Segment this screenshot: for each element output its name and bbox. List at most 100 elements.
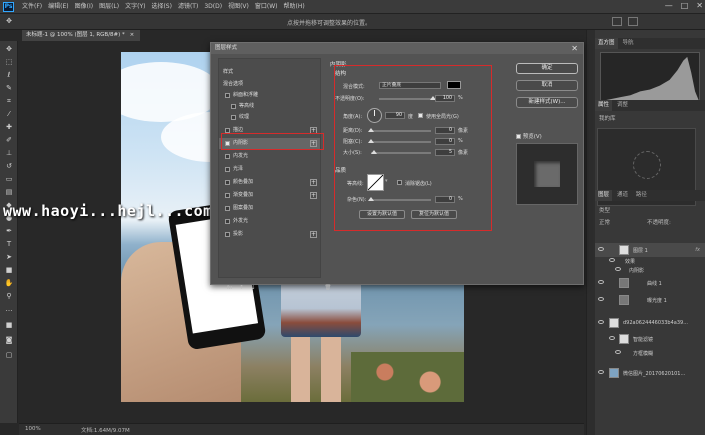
- menu-select[interactable]: 选择(S): [151, 2, 172, 12]
- menu-layer[interactable]: 图层(L): [99, 2, 119, 12]
- eye-icon[interactable]: [615, 267, 621, 271]
- tab-properties[interactable]: 属性: [595, 100, 613, 111]
- style-pattern-overlay[interactable]: 图案叠加: [219, 203, 320, 214]
- dialog-title[interactable]: 图层样式: [211, 43, 583, 54]
- eye-icon[interactable]: [598, 370, 604, 374]
- menu-image[interactable]: 图像(I): [75, 2, 93, 12]
- zoom-icon[interactable]: ⚲: [4, 292, 14, 300]
- style-gradient-overlay[interactable]: 渐变叠加 +: [219, 190, 320, 201]
- tab-channels[interactable]: 通道: [614, 192, 631, 198]
- add-icon[interactable]: +: [310, 231, 317, 238]
- more-tools-icon[interactable]: …: [4, 305, 14, 313]
- zoom-level[interactable]: 100%: [25, 426, 41, 432]
- fx-icon[interactable]: fx: [227, 285, 232, 291]
- ok-button[interactable]: 确定: [516, 63, 578, 74]
- type-icon[interactable]: T: [4, 240, 14, 248]
- cancel-button[interactable]: 取消: [516, 80, 578, 91]
- move-up-icon[interactable]: ↑: [239, 285, 244, 291]
- workspace-icon[interactable]: [628, 17, 638, 26]
- add-icon[interactable]: +: [310, 179, 317, 186]
- new-style-button[interactable]: 新建样式(W)...: [516, 97, 578, 108]
- crop-icon[interactable]: ⌗: [4, 97, 14, 105]
- gradient-icon[interactable]: ▤: [4, 188, 14, 196]
- style-satin[interactable]: 光泽: [219, 164, 320, 175]
- maximize-button[interactable]: □: [681, 1, 689, 10]
- move-down-icon[interactable]: ↓: [251, 285, 256, 291]
- layer-row-smart-object[interactable]: d92a0624446033b4a39...: [595, 316, 705, 330]
- foreground-color-icon[interactable]: ■: [4, 321, 14, 329]
- pen-icon[interactable]: ✒: [4, 227, 14, 235]
- tab-adjustments[interactable]: 调整: [614, 102, 631, 108]
- style-drop-shadow[interactable]: 投影 +: [219, 229, 320, 240]
- move-tool-icon[interactable]: ✥: [4, 17, 14, 25]
- eye-icon[interactable]: [598, 320, 604, 324]
- contour-checkbox[interactable]: [231, 104, 236, 109]
- eye-icon[interactable]: [598, 247, 604, 251]
- path-select-icon[interactable]: ➤: [4, 253, 14, 261]
- layer-inner-shadow-row[interactable]: 内阴影: [595, 263, 705, 277]
- styles-header[interactable]: 样式: [219, 67, 320, 78]
- gradient-overlay-checkbox[interactable]: [225, 193, 230, 198]
- layer-row-curves[interactable]: 曲线 1: [595, 276, 705, 290]
- bevel-checkbox[interactable]: [225, 93, 230, 98]
- tab-histogram[interactable]: 直方图: [595, 38, 618, 49]
- brush-icon[interactable]: ✐: [4, 136, 14, 144]
- blending-options[interactable]: 混合选项: [219, 79, 320, 90]
- fx-icon[interactable]: fx: [695, 247, 700, 253]
- eye-icon[interactable]: [615, 350, 621, 354]
- style-texture[interactable]: 纹理: [219, 112, 320, 123]
- layer-filter[interactable]: 类型: [599, 206, 610, 214]
- eye-icon[interactable]: [609, 336, 615, 340]
- document-tab[interactable]: 未标题-1 @ 100% (图层 1, RGB/8#) * ×: [22, 30, 140, 41]
- style-inner-glow[interactable]: 内发光: [219, 151, 320, 162]
- eye-icon[interactable]: [598, 297, 604, 301]
- tab-navigator[interactable]: 导航: [619, 40, 636, 46]
- preview-checkbox[interactable]: [516, 134, 521, 139]
- quick-mask-icon[interactable]: ◙: [4, 336, 14, 344]
- menu-filter[interactable]: 滤镜(T): [178, 2, 198, 12]
- marquee-icon[interactable]: ⬚: [4, 58, 14, 66]
- texture-checkbox[interactable]: [231, 115, 236, 120]
- eye-icon[interactable]: [598, 280, 604, 284]
- menu-edit[interactable]: 编辑(E): [48, 2, 68, 12]
- quick-select-icon[interactable]: ✎: [4, 84, 14, 92]
- close-icon[interactable]: ✕: [571, 43, 578, 54]
- layer-row-wechat-image[interactable]: 微信图片_20170620101...: [595, 366, 705, 380]
- menu-window[interactable]: 窗口(W): [255, 2, 278, 12]
- tab-paths[interactable]: 路径: [633, 192, 650, 198]
- style-outer-glow[interactable]: 外发光: [219, 216, 320, 227]
- color-overlay-checkbox[interactable]: [225, 180, 230, 185]
- layer-row-exposure[interactable]: 曝光度 1: [595, 293, 705, 307]
- search-icon[interactable]: [612, 17, 622, 26]
- menu-view[interactable]: 视图(V): [228, 2, 249, 12]
- library-label[interactable]: 我的库: [599, 114, 616, 122]
- menu-help[interactable]: 帮助(H): [284, 2, 305, 12]
- satin-checkbox[interactable]: [225, 167, 230, 172]
- tab-close-icon[interactable]: ×: [130, 32, 135, 38]
- trash-icon[interactable]: 🗑: [324, 285, 331, 291]
- menu-file[interactable]: 文件(F): [22, 2, 42, 12]
- preview-toggle[interactable]: 预览(V): [516, 132, 542, 140]
- layer-blend-mode[interactable]: 正常: [599, 218, 610, 226]
- menu-3d[interactable]: 3D(D): [204, 2, 222, 12]
- eye-icon[interactable]: [609, 258, 615, 262]
- add-icon[interactable]: +: [310, 192, 317, 199]
- layer-row-box-blur[interactable]: 方框模糊: [595, 346, 705, 360]
- pattern-overlay-checkbox[interactable]: [225, 206, 230, 211]
- style-bevel-emboss[interactable]: 斜面和浮雕: [219, 90, 320, 101]
- close-window-button[interactable]: ✕: [696, 1, 703, 10]
- screen-mode-icon[interactable]: ▢: [4, 351, 14, 359]
- history-brush-icon[interactable]: ↺: [4, 162, 14, 170]
- tab-layers[interactable]: 图层: [595, 190, 613, 201]
- healing-icon[interactable]: ✚: [4, 123, 14, 131]
- style-color-overlay[interactable]: 颜色叠加 +: [219, 177, 320, 188]
- lasso-icon[interactable]: ℓ: [4, 71, 14, 79]
- eraser-icon[interactable]: ▭: [4, 175, 14, 183]
- drop-shadow-checkbox[interactable]: [225, 232, 230, 237]
- outer-glow-checkbox[interactable]: [225, 219, 230, 224]
- minimize-button[interactable]: —: [665, 1, 673, 10]
- menu-type[interactable]: 文字(Y): [125, 2, 145, 12]
- stamp-icon[interactable]: ⊥: [4, 149, 14, 157]
- move-icon[interactable]: ✥: [4, 45, 14, 53]
- eyedropper-icon[interactable]: ⁄: [4, 110, 14, 118]
